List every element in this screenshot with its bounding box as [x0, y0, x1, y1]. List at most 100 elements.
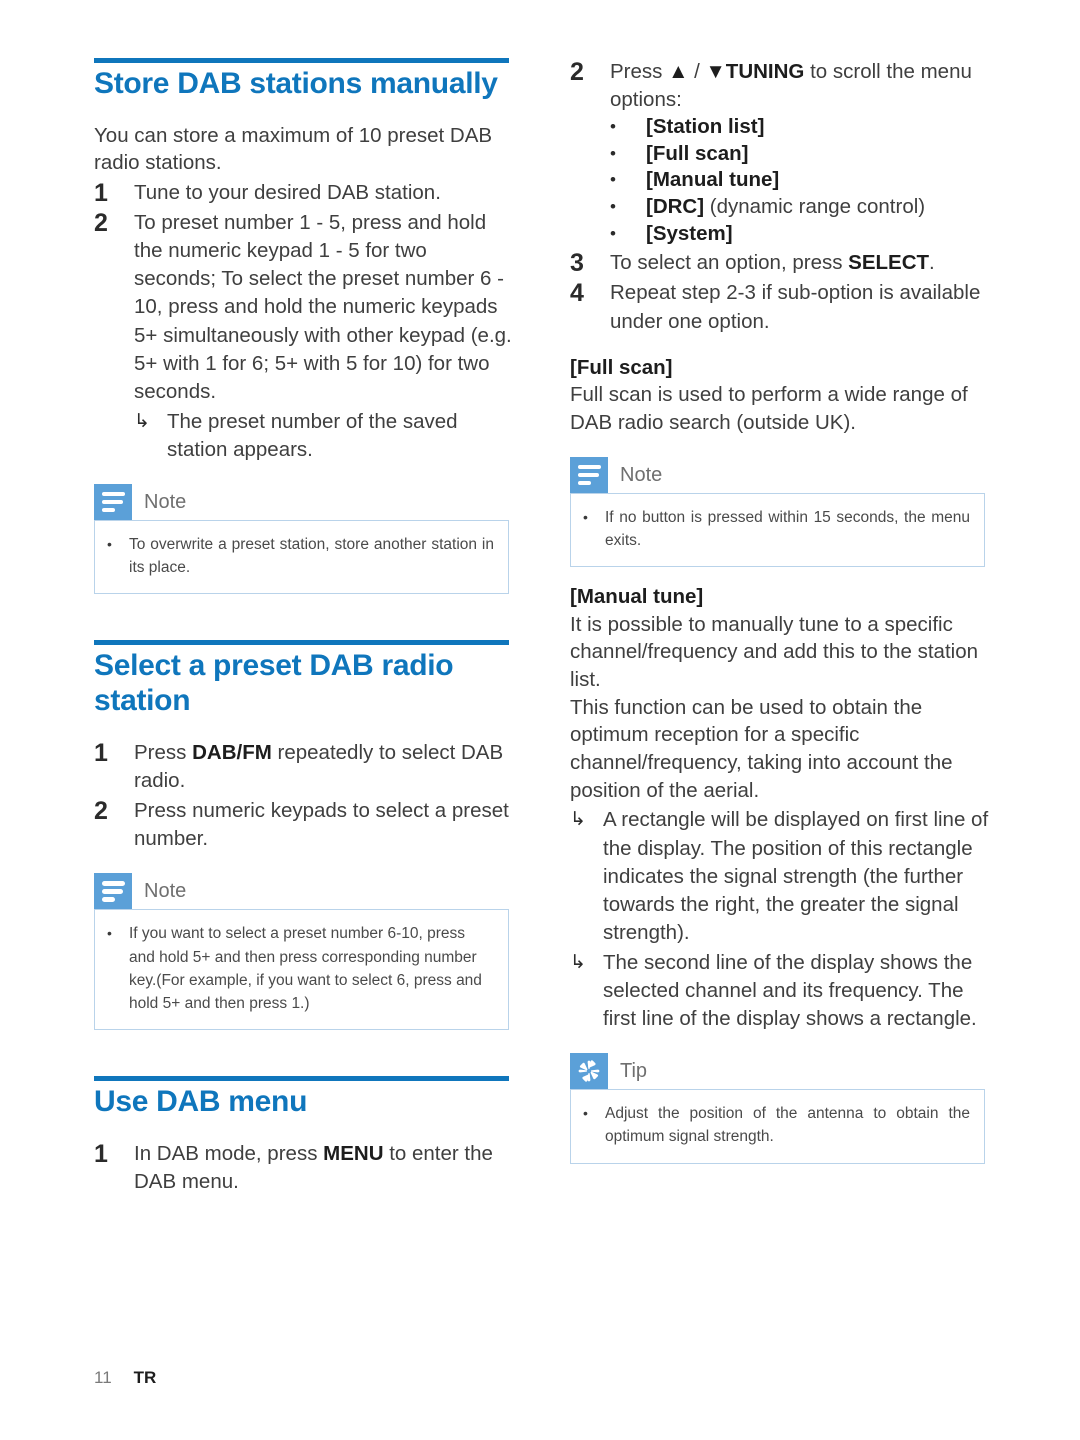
section-store-dab-stations: Store DAB stations manually You can stor… [94, 58, 514, 595]
step-text: Press numeric keypads to select a preset… [134, 799, 509, 851]
note-callout: Note • To overwrite a preset station, st… [94, 483, 509, 595]
section-select-preset-station: Select a preset DAB radio station 1 Pres… [94, 640, 514, 1031]
section-rule [94, 640, 509, 646]
page-footer: 11 TR [94, 1368, 156, 1388]
step-text-block: Press ▲ / ▼TUNING to scroll the menu opt… [610, 58, 990, 247]
note-callout-header: Note [94, 873, 509, 910]
step-text-lead: To select an option, press [610, 251, 849, 275]
note-lines-icon [94, 483, 132, 520]
option-label: [System] [646, 221, 733, 248]
step-item: 1 Tune to your desired DAB station. [94, 179, 514, 207]
left-column: Store DAB stations manually You can stor… [94, 58, 514, 1226]
steps-list: 1 Press DAB/FM repeatedly to select DAB … [94, 739, 514, 853]
bullet-dot-icon: • [610, 223, 616, 243]
bullet-dot-icon: • [107, 535, 112, 552]
step-item: 1 In DAB mode, press MENU to enter the D… [94, 1140, 514, 1196]
bullet-dot-icon: • [610, 170, 616, 190]
option-label: [Manual tune] [646, 167, 779, 194]
section-rule [94, 1076, 509, 1082]
step-item: 4 Repeat step 2-3 if sub-option is avail… [570, 279, 990, 335]
step-number: 1 [94, 179, 108, 208]
button-label-tuning: TUNING [725, 60, 805, 83]
note-callout: Note • If no button is pressed within 15… [570, 456, 985, 568]
manual-tune-result-text: The second line of the display shows the… [603, 950, 977, 1031]
step-item: 2 Press numeric keypads to select a pres… [94, 797, 514, 853]
tip-callout-body: • Adjust the position of the antenna to … [570, 1089, 985, 1164]
step-text-block: To preset number 1 - 5, press and hold t… [134, 209, 514, 464]
step-text: Press DAB/FM repeatedly to select DAB ra… [134, 739, 514, 795]
step-result-text: The preset number of the saved station a… [167, 409, 458, 461]
option-key: [Full scan] [646, 141, 749, 165]
note-callout-body: • If no button is pressed within 15 seco… [570, 492, 985, 568]
list-item: • [Manual tune] [610, 167, 990, 194]
option-key: [DRC] [646, 195, 705, 219]
section-use-dab-menu: Use DAB menu 1 In DAB mode, press MENU t… [94, 1076, 514, 1196]
separator-slash: / [688, 60, 706, 83]
manual-page: Store DAB stations manually You can stor… [0, 0, 1080, 1440]
page-title: Store DAB stations manually [94, 67, 498, 100]
step-number: 2 [94, 797, 108, 826]
section-rule [94, 58, 509, 63]
steps-list: 1 In DAB mode, press MENU to enter the D… [94, 1140, 514, 1196]
arrow-right-hook-icon: ↳ [570, 951, 586, 973]
button-label-dabfm: DAB/FM [192, 741, 272, 765]
step-text: Tune to your desired DAB station. [134, 181, 441, 205]
note-callout-header: Note [94, 483, 509, 520]
section-title: Use DAB menu [94, 1085, 308, 1119]
note-lines-icon [94, 873, 132, 910]
step-text-lead: Press [610, 60, 669, 83]
note-callout-text: If you want to select a preset number 6-… [129, 925, 482, 1013]
tip-callout-text: Adjust the position of the antenna to ob… [605, 1105, 970, 1146]
footer-language-code: TR [133, 1368, 157, 1387]
step-result: ↳ The preset number of the saved station… [134, 408, 514, 464]
list-item: • [DRC] (dynamic range control) [610, 194, 990, 221]
note-lines-icon [570, 456, 608, 493]
step-text: Repeat step 2-3 if sub-option is availab… [610, 281, 981, 333]
step-text-lead: Press [134, 741, 193, 765]
menu-options-list: • [Station list] • [Full scan] • [Manual… [610, 114, 990, 247]
option-desc: (dynamic range control) [704, 195, 926, 219]
list-item: • [Full scan] [610, 141, 990, 168]
bullet-dot-icon: • [583, 1105, 588, 1122]
manual-tune-result: ↳ A rectangle will be displayed on first… [570, 806, 990, 946]
step-item: 1 Press DAB/FM repeatedly to select DAB … [94, 739, 514, 795]
note-callout-header: Note [570, 456, 985, 493]
step-text-lead: In DAB mode, press [134, 1142, 324, 1166]
step-number: 2 [94, 209, 108, 238]
full-scan-description: Full scan is used to perform a wide rang… [570, 383, 968, 434]
step-number: 2 [570, 58, 584, 86]
manual-tune-result: ↳ The second line of the display shows t… [570, 949, 990, 1033]
tip-callout: Tip • Adjust the position of the antenna… [570, 1053, 985, 1164]
step-text: To preset number 1 - 5, press and hold t… [134, 211, 512, 403]
option-label: [Full scan] [646, 141, 749, 168]
tip-callout-header: Tip [570, 1053, 985, 1090]
bullet-dot-icon: • [583, 508, 588, 525]
arrow-right-hook-icon: ↳ [134, 410, 150, 432]
step-number: 1 [94, 1140, 108, 1169]
note-callout-body: • If you want to select a preset number … [94, 909, 509, 1031]
list-item: • [Station list] [610, 114, 990, 141]
manual-tune-paragraph-2: This function can be used to obtain the … [570, 695, 953, 802]
note-callout-text: To overwrite a preset station, store ano… [129, 535, 494, 577]
section-title: Select a preset DAB radio station [94, 649, 454, 718]
step-number: 3 [570, 249, 584, 278]
right-column: 2 Press ▲ / ▼TUNING to scroll the menu o… [570, 58, 990, 1164]
step-text: To select an option, press SELECT. [610, 249, 990, 277]
footer-page-number: 11 [94, 1368, 112, 1387]
option-key: [System] [646, 221, 733, 245]
note-callout-body: • To overwrite a preset station, store a… [94, 519, 509, 595]
note-callout: Note • If you want to select a preset nu… [94, 873, 509, 1031]
bullet-dot-icon: • [610, 143, 616, 163]
manual-tune-result-text: A rectangle will be displayed on first l… [603, 808, 989, 944]
step-number: 1 [94, 739, 108, 768]
arrow-down-icon: ▼ [705, 60, 726, 83]
manual-tune-paragraph-1: It is possible to manually tune to a spe… [570, 612, 979, 692]
tip-star-icon [570, 1053, 608, 1090]
option-key: [Manual tune] [646, 168, 780, 192]
arrow-right-hook-icon: ↳ [570, 809, 586, 831]
option-label: [DRC] (dynamic range control) [646, 194, 925, 221]
bullet-dot-icon: • [107, 925, 112, 942]
step-number: 4 [570, 279, 584, 308]
note-callout-text: If no button is pressed within 15 second… [605, 508, 970, 549]
subsection-heading-full-scan: [Full scan] [570, 355, 673, 379]
